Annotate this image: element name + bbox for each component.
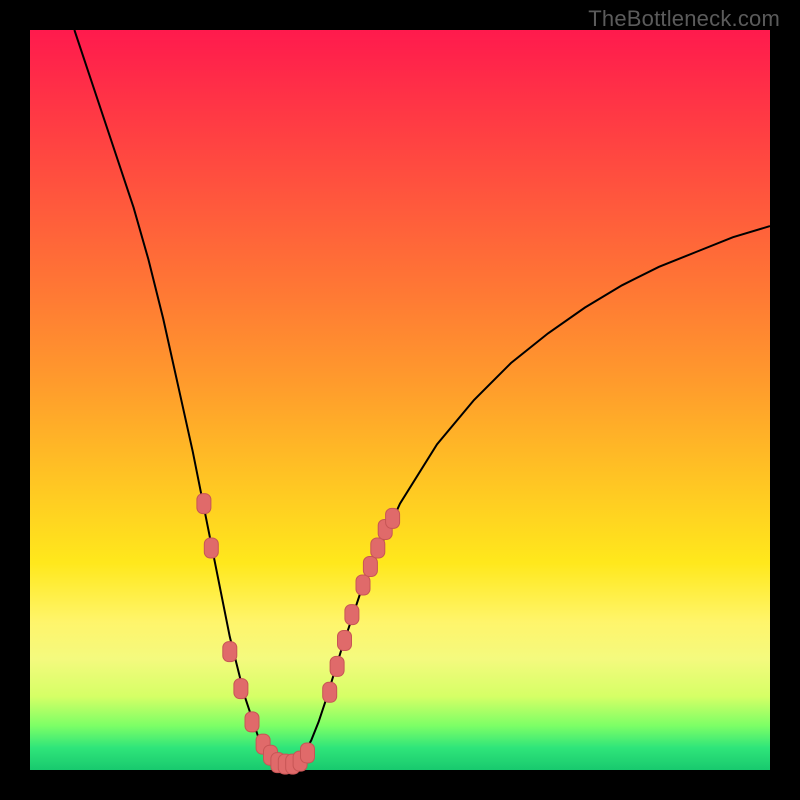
plot-area — [30, 30, 770, 770]
highlight-marker — [386, 508, 400, 528]
highlight-marker — [356, 575, 370, 595]
highlight-marker — [371, 538, 385, 558]
highlight-marker — [345, 605, 359, 625]
highlight-marker — [323, 682, 337, 702]
highlight-marker — [330, 656, 344, 676]
highlight-marker — [234, 679, 248, 699]
highlight-markers-group — [197, 494, 400, 774]
highlight-marker — [223, 642, 237, 662]
bottleneck-curve — [74, 30, 770, 764]
highlight-marker — [363, 557, 377, 577]
highlight-marker — [301, 743, 315, 763]
watermark-label: TheBottleneck.com — [588, 6, 780, 32]
highlight-marker — [197, 494, 211, 514]
plot-svg — [30, 30, 770, 770]
highlight-marker — [204, 538, 218, 558]
chart-frame: TheBottleneck.com — [0, 0, 800, 800]
highlight-marker — [338, 631, 352, 651]
highlight-marker — [245, 712, 259, 732]
